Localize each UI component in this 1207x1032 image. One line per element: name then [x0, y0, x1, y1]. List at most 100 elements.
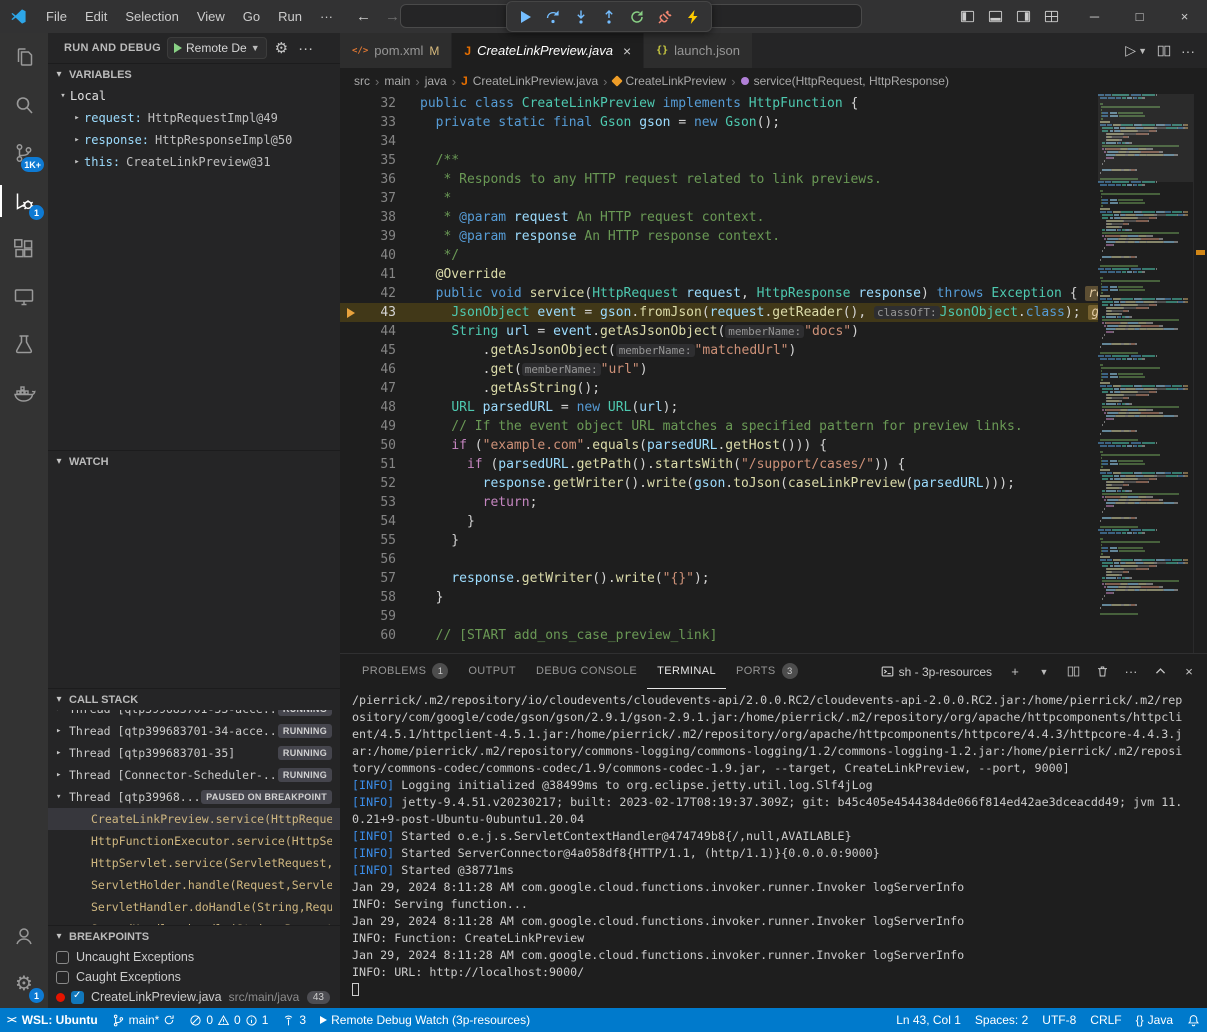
breakpoint-gutter[interactable] — [340, 360, 362, 379]
sidebar-item-extensions[interactable] — [0, 225, 48, 273]
code-line[interactable]: 44 String url = event.getAsJsonObject(me… — [340, 322, 1098, 341]
tab-launch-json[interactable]: {} launch.json — [644, 33, 753, 68]
notifications-bell[interactable] — [1180, 1008, 1207, 1032]
breakpoint-uncaught-exceptions[interactable]: Uncaught Exceptions — [48, 947, 340, 967]
call-stack-thread[interactable]: ▸Thread [Connector-Scheduler-...RUNNING — [48, 764, 340, 786]
checkbox-checked-icon[interactable] — [71, 991, 84, 1004]
call-stack-frame[interactable]: CreateLinkPreview.service(HttpReques — [48, 808, 340, 830]
continue-button[interactable] — [512, 4, 538, 30]
checkbox-icon[interactable] — [56, 951, 69, 964]
code-line[interactable]: 41 @Override — [340, 265, 1098, 284]
code-line[interactable]: 38 * @param request An HTTP request cont… — [340, 208, 1098, 227]
breakpoint-gutter[interactable] — [340, 227, 362, 246]
tab-pom-xml[interactable]: </> pom.xml M — [340, 33, 452, 68]
menu-go[interactable]: Go — [234, 9, 269, 24]
breadcrumb-src[interactable]: src — [354, 74, 370, 88]
encoding-indicator[interactable]: UTF-8 — [1035, 1008, 1083, 1032]
breakpoint-gutter[interactable] — [340, 474, 362, 493]
close-button[interactable]: × — [1162, 0, 1207, 33]
code-line[interactable]: 52 response.getWriter().write(gson.toJso… — [340, 474, 1098, 493]
start-debug-icon[interactable] — [174, 43, 182, 53]
problems-indicator[interactable]: 0 0 1 — [182, 1008, 275, 1032]
maximize-button[interactable]: □ — [1117, 0, 1162, 33]
breakpoint-gutter[interactable] — [340, 379, 362, 398]
nav-back-button[interactable]: ← — [356, 8, 371, 25]
code-line[interactable]: 55 } — [340, 531, 1098, 550]
checkbox-icon[interactable] — [56, 971, 69, 984]
menu-view[interactable]: View — [188, 9, 234, 24]
disconnect-button[interactable] — [652, 4, 678, 30]
breakpoint-gutter[interactable] — [340, 493, 362, 512]
call-stack-thread[interactable]: ▸Thread [qtp399683701-35]RUNNING — [48, 742, 340, 764]
indentation-indicator[interactable]: Spaces: 2 — [968, 1008, 1035, 1032]
watch-list[interactable] — [48, 472, 340, 688]
code-line[interactable]: 53 return; — [340, 493, 1098, 512]
panel-tab-ports[interactable]: PORTS3 — [726, 654, 808, 689]
remote-indicator[interactable]: >< WSL: Ubuntu — [0, 1008, 105, 1032]
editor-more-actions-button[interactable]: ··· — [1181, 43, 1195, 59]
run-java-button[interactable]: ▷▼ — [1125, 42, 1147, 59]
toggle-secondary-sidebar-icon[interactable] — [1012, 6, 1034, 28]
breakpoint-gutter[interactable] — [340, 132, 362, 151]
menu-selection[interactable]: Selection — [116, 9, 187, 24]
call-stack-frame[interactable]: HttpServlet.service(ServletRequest,S — [48, 852, 340, 874]
breakpoint-gutter[interactable] — [340, 170, 362, 189]
breadcrumb-class[interactable]: CreateLinkPreview — [626, 74, 727, 88]
breakpoint-gutter[interactable] — [340, 94, 362, 113]
new-terminal-button[interactable]: + — [1005, 661, 1025, 683]
code-line[interactable]: 59 — [340, 607, 1098, 626]
code-line[interactable]: 32public class CreateLinkPreview impleme… — [340, 94, 1098, 113]
variables-section-header[interactable]: ▾ VARIABLES — [48, 63, 340, 85]
breakpoint-gutter[interactable] — [340, 569, 362, 588]
breakpoint-gutter[interactable] — [340, 303, 362, 322]
call-stack-thread[interactable]: ▾Thread [qtp39968...PAUSED ON BREAKPOINT — [48, 786, 340, 808]
language-mode-indicator[interactable]: {}Java — [1129, 1008, 1180, 1032]
panel-tab-output[interactable]: OUTPUT — [458, 654, 526, 689]
code-line[interactable]: 33 private static final Gson gson = new … — [340, 113, 1098, 132]
code-editor[interactable]: 32public class CreateLinkPreview impleme… — [340, 94, 1207, 653]
variables-scope-local[interactable]: ▾Local — [48, 85, 340, 107]
call-stack-frame[interactable]: HttpFunctionExecutor.service(HttpSer — [48, 830, 340, 852]
breakpoint-gutter[interactable] — [340, 550, 362, 569]
code-line[interactable]: 60 // [START add_ons_case_preview_link] — [340, 626, 1098, 645]
code-line[interactable]: 49 // If the event object URL matches a … — [340, 417, 1098, 436]
breakpoint-gutter[interactable] — [340, 341, 362, 360]
breakpoint-gutter[interactable] — [340, 436, 362, 455]
maximize-panel-icon[interactable] — [1150, 661, 1170, 683]
breakpoint-gutter[interactable] — [340, 455, 362, 474]
code-line[interactable]: 46 .get(memberName:"url") — [340, 360, 1098, 379]
breakpoint-gutter[interactable] — [340, 626, 362, 645]
debug-session-indicator[interactable]: Remote Debug Watch (3p-resources) — [313, 1008, 537, 1032]
sidebar-item-docker[interactable] — [0, 369, 48, 417]
terminal-dropdown-icon[interactable]: ▼ — [1034, 661, 1054, 683]
terminal-output[interactable]: /pierrick/.m2/repository/io/cloudevents/… — [340, 689, 1207, 1008]
code-line[interactable]: 43 JsonObject event = gson.fromJson(requ… — [340, 303, 1098, 322]
code-line[interactable]: 56 — [340, 550, 1098, 569]
code-line[interactable]: 45 .getAsJsonObject(memberName:"matchedU… — [340, 341, 1098, 360]
sidebar-item-explorer[interactable] — [0, 33, 48, 81]
panel-tab-terminal[interactable]: TERMINAL — [647, 654, 726, 689]
menu-edit[interactable]: Edit — [76, 9, 116, 24]
terminal-instance-label[interactable]: sh - 3p-resources — [881, 665, 992, 679]
code-line[interactable]: 48 URL parsedURL = new URL(url); — [340, 398, 1098, 417]
code-line[interactable]: 36 * Responds to any HTTP request relate… — [340, 170, 1098, 189]
breakpoint-gutter[interactable] — [340, 607, 362, 626]
toggle-panel-icon[interactable] — [984, 6, 1006, 28]
menu-file[interactable]: File — [37, 9, 76, 24]
panel-tab-debug-console[interactable]: DEBUG CONSOLE — [526, 654, 647, 689]
code-line[interactable]: 40 */ — [340, 246, 1098, 265]
step-over-button[interactable] — [540, 4, 566, 30]
tab-createlinkpreview-java[interactable]: J CreateLinkPreview.java × — [452, 33, 644, 68]
watch-section-header[interactable]: ▾ WATCH — [48, 450, 340, 472]
scrollbar[interactable] — [1193, 94, 1207, 653]
code-line[interactable]: 37 * — [340, 189, 1098, 208]
split-editor-button[interactable] — [1157, 44, 1171, 58]
breakpoints-section-header[interactable]: ▾ BREAKPOINTS — [48, 925, 340, 947]
breadcrumb-main[interactable]: main — [384, 74, 410, 88]
breakpoint-gutter[interactable] — [340, 322, 362, 341]
close-tab-icon[interactable]: × — [623, 43, 631, 59]
call-stack-frame[interactable]: ServletHandler.doHandle(String,Reque — [48, 896, 340, 918]
nav-forward-button[interactable]: → — [385, 8, 400, 25]
call-stack-thread[interactable]: ▸Thread [qtp399683701-33-acce...RUNNING — [48, 710, 340, 720]
variables-list[interactable]: ▾Local▸request:HttpRequestImpl@49▸respon… — [48, 85, 340, 450]
